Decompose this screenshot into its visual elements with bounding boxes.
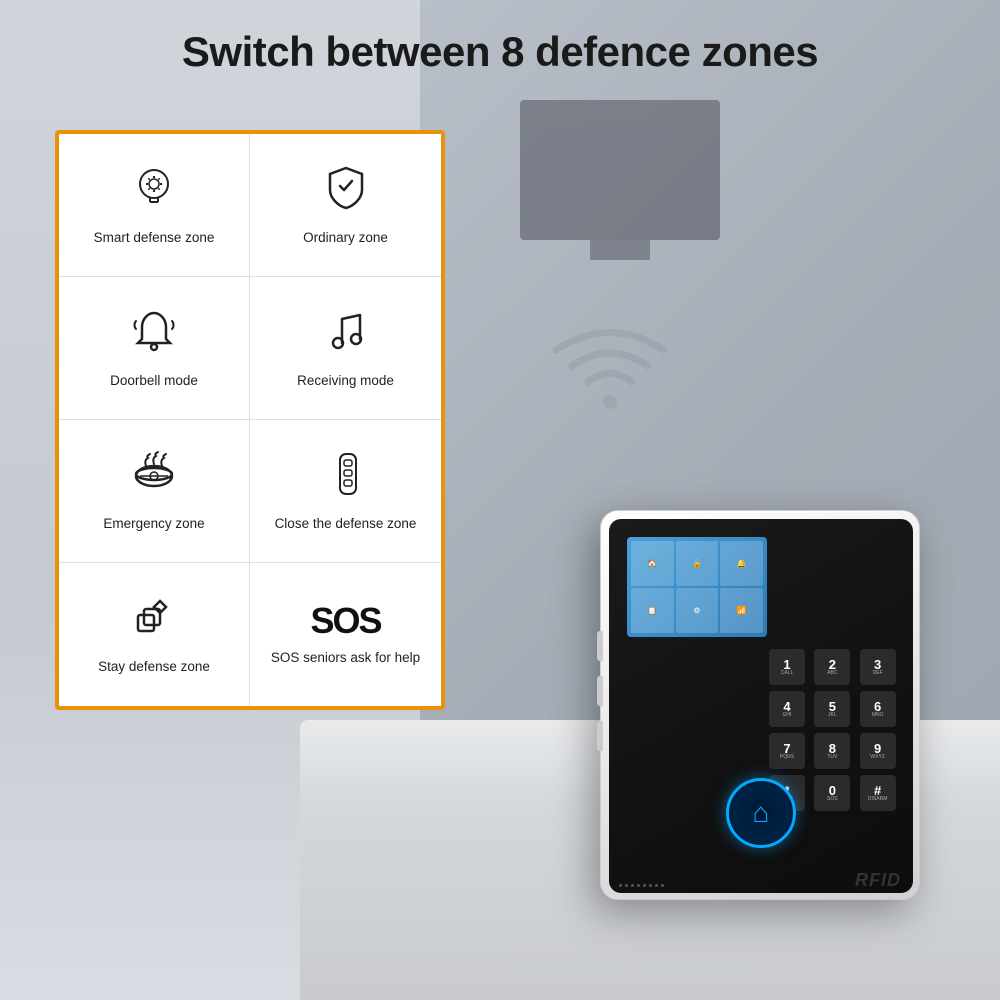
zone-stay-defense: Stay defense zone: [59, 563, 250, 706]
speaker-grille: [619, 884, 664, 887]
side-button-3[interactable]: [597, 721, 603, 751]
zone-ordinary: Ordinary zone: [250, 134, 441, 277]
bell-icon: [130, 307, 178, 362]
zone-stay-defense-label: Stay defense zone: [98, 658, 210, 676]
side-button-2[interactable]: [597, 676, 603, 706]
device-body: 🏠 🔒 🔔 📋 ⚙ 📶 1CALL2ABC 3DEF 4GHI5JKL 6MNO 7PQ…: [600, 510, 920, 900]
zone-sos: SOS SOS seniors ask for help: [250, 563, 441, 706]
device-glass: 🏠 🔒 🔔 📋 ⚙ 📶 1CALL2ABC 3DEF 4GHI5JKL 6MNO 7PQ…: [609, 519, 913, 893]
rfid-label: RFID: [855, 870, 901, 891]
zones-card: Smart defense zone Ordinary zone Doorbel…: [55, 130, 445, 710]
key-fob-icon: [322, 450, 370, 505]
zone-ordinary-label: Ordinary zone: [303, 229, 388, 247]
key-button-7[interactable]: 7PQRS: [769, 733, 805, 769]
zone-receiving: Receiving mode: [250, 277, 441, 420]
screen-btn-2[interactable]: 🔒: [676, 541, 719, 586]
sos-icon: SOS: [310, 603, 380, 639]
zone-emergency-label: Emergency zone: [103, 515, 204, 533]
key-button-6[interactable]: 6MNO: [860, 691, 896, 727]
home-button[interactable]: ⌂: [726, 778, 796, 848]
screen-btn-6[interactable]: 📶: [720, 588, 763, 633]
zone-close-defense: Close the defense zone: [250, 420, 441, 563]
key-button-1[interactable]: 1CALL: [769, 649, 805, 685]
key-button-4[interactable]: 4GHI: [769, 691, 805, 727]
zone-doorbell-label: Doorbell mode: [110, 372, 198, 390]
screen-btn-4[interactable]: 📋: [631, 588, 674, 633]
key-button-3[interactable]: 3DEF: [860, 649, 896, 685]
key-button-8[interactable]: 8TUV: [814, 733, 850, 769]
zone-smart-defense-label: Smart defense zone: [94, 229, 215, 247]
zone-close-defense-label: Close the defense zone: [275, 515, 417, 533]
screen-btn-1[interactable]: 🏠: [631, 541, 674, 586]
side-button-1[interactable]: [597, 631, 603, 661]
zone-sos-label: SOS seniors ask for help: [271, 649, 420, 667]
key-button-5[interactable]: 5JKL: [814, 691, 850, 727]
key-button-9[interactable]: 9WXYZ: [860, 733, 896, 769]
device-keypad: 1CALL2ABC3DEF4GHI5JKL6MNO7PQRS8TUV9WXYZ*…: [769, 649, 899, 811]
zone-receiving-label: Receiving mode: [297, 372, 394, 390]
key-button-#[interactable]: #DISARM: [860, 775, 896, 811]
zone-smart-defense: Smart defense zone: [59, 134, 250, 277]
home-icon: ⌂: [753, 797, 770, 829]
background-monitor: [520, 100, 720, 240]
screen-inner: 🏠 🔒 🔔 📋 ⚙ 📶: [627, 537, 767, 637]
screen-btn-5[interactable]: ⚙: [676, 588, 719, 633]
shield-icon: [322, 164, 370, 219]
zone-emergency: Emergency zone: [59, 420, 250, 563]
smoke-detector-icon: [130, 450, 178, 505]
shapes-icon: [130, 593, 178, 648]
device-screen: 🏠 🔒 🔔 📋 ⚙ 📶: [627, 537, 767, 637]
alarm-device: 🏠 🔒 🔔 📋 ⚙ 📶 1CALL2ABC 3DEF 4GHI5JKL 6MNO 7PQ…: [600, 510, 940, 940]
music-note-icon: [322, 307, 370, 362]
wifi-symbol: [550, 320, 670, 425]
screen-btn-3[interactable]: 🔔: [720, 541, 763, 586]
page-title: Switch between 8 defence zones: [0, 28, 1000, 76]
brain-cog-icon: [130, 164, 178, 219]
key-button-2[interactable]: 2ABC: [814, 649, 850, 685]
zone-doorbell: Doorbell mode: [59, 277, 250, 420]
key-button-0[interactable]: 0SOS: [814, 775, 850, 811]
